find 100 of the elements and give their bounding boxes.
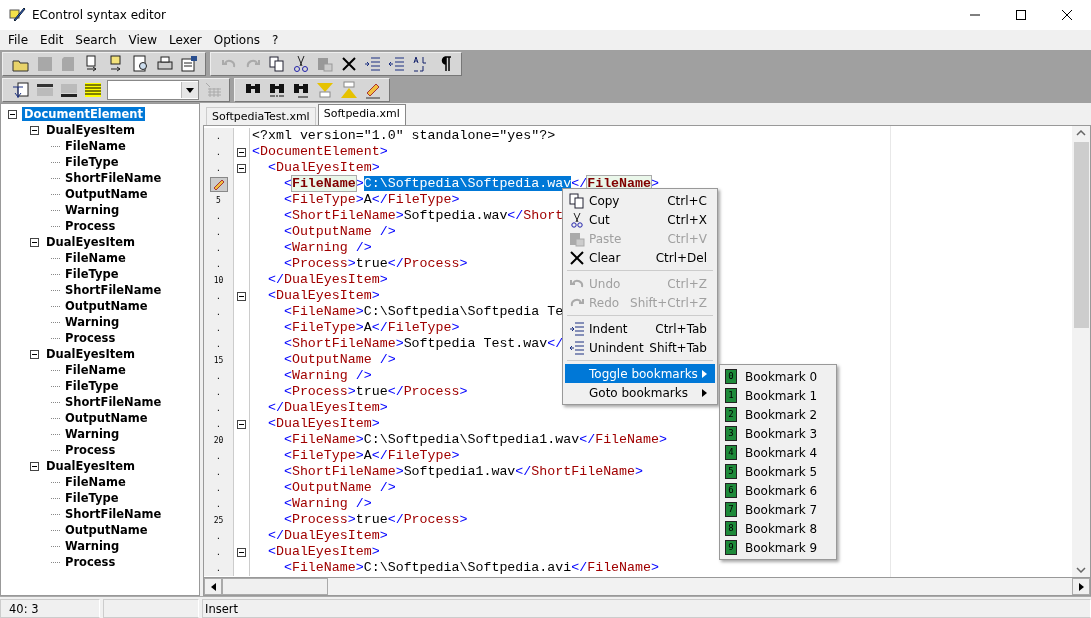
menu-item[interactable]: View [122,33,164,47]
code-line: <DualEyesItem> [266,416,380,432]
tree-item[interactable]: Warning [63,427,122,441]
unindent-icon[interactable] [387,54,407,74]
fold-icon[interactable] [237,163,246,173]
tree-item[interactable]: FileName [63,139,128,153]
tree-item[interactable]: OutputName [63,411,150,425]
fold-icon[interactable] [237,147,246,157]
bookmark-menu-item[interactable]: 8 Bookmark 8 [720,519,836,538]
menu-item[interactable]: File [2,33,35,47]
scroll-down-icon[interactable] [1076,567,1086,573]
tree-item[interactable]: Warning [63,203,122,217]
context-menu-item[interactable]: Clear Ctrl+Del [565,248,715,267]
fold-icon[interactable] [237,547,246,557]
fold-icon[interactable] [237,291,246,301]
tree-item[interactable]: FileName [63,363,128,377]
line-number: . [216,531,221,541]
collapse-icon[interactable] [30,461,39,471]
context-menu-item[interactable]: Cut Ctrl+X [565,210,715,229]
line-number: . [216,307,221,317]
tree-item[interactable]: Process [63,443,118,457]
line-number: . [216,163,221,173]
menu-item[interactable]: Edit [34,33,70,47]
bookmark-menu-item[interactable]: 0 Bookmark 0 [720,367,836,386]
bookmark-menu-item[interactable]: 6 Bookmark 6 [720,481,836,500]
tree-item[interactable]: DualEyesItem [44,459,137,473]
collapse-icon[interactable] [30,349,39,359]
insert-page-icon[interactable] [11,80,31,100]
line-number: . [216,483,221,493]
line-number: . [216,323,221,333]
tree-item[interactable]: DocumentElement [22,107,145,121]
tree-item[interactable]: FileType [63,155,121,169]
tree-item[interactable]: DualEyesItem [44,123,137,137]
close-icon[interactable] [1061,9,1073,21]
tree-item[interactable]: OutputName [63,187,150,201]
highlight-lines-icon[interactable] [83,80,103,100]
tree-item[interactable]: Process [63,331,118,345]
line-number: . [216,563,221,573]
tree-item[interactable]: FileName [63,475,128,489]
collapse-icon[interactable] [30,237,39,247]
code-line: <OutputName /> [282,224,396,240]
maximize-icon[interactable] [1015,9,1027,21]
copy-icon[interactable] [267,54,287,74]
collapse-icon[interactable] [30,125,39,135]
menu-item[interactable]: Options [207,33,267,47]
bookmark-menu-item[interactable]: 5 Bookmark 5 [720,462,836,481]
tree-item[interactable]: DualEyesItem [44,347,137,361]
tree-item[interactable]: FileType [63,379,121,393]
tree-item[interactable]: ShortFileName [63,283,164,297]
context-menu-item[interactable]: Goto bookmarks [565,383,715,402]
bookmark-menu-item[interactable]: 9 Bookmark 9 [720,538,836,557]
tree-item[interactable]: ShortFileName [63,395,164,409]
file-tab[interactable]: SoftpediaTest.xml [206,107,316,125]
code-line: </DualEyesItem> [266,272,388,288]
tree-item[interactable]: FileType [63,267,121,281]
tree-item[interactable]: Warning [63,315,122,329]
context-menu-item[interactable]: Toggle bookmarks [565,364,715,383]
line-number: . [216,419,221,429]
bookmark-icon: 0 [725,369,737,384]
tree-item[interactable]: FileName [63,251,128,265]
tree-item[interactable]: OutputName [63,299,150,313]
menu-item[interactable]: ? [266,33,285,47]
bookmark-icon: 3 [725,426,737,441]
cut-icon[interactable] [291,54,311,74]
menu-item[interactable]: Lexer [163,33,208,47]
bookmark-menu-item[interactable]: 1 Bookmark 1 [720,386,836,405]
tree-item[interactable]: DualEyesItem [44,235,137,249]
code-line: <FileType>A</FileType> [282,192,460,208]
horizontal-scrollbar[interactable] [203,578,1091,596]
bookmark-menu-item[interactable]: 4 Bookmark 4 [720,443,836,462]
submenu-arrow-icon [702,369,707,378]
format-combo[interactable] [107,80,199,100]
scroll-right-icon[interactable] [1078,582,1084,591]
menu-item[interactable]: Search [69,33,123,47]
bookmark-icon: 5 [725,464,737,479]
tree-item[interactable]: Warning [63,539,122,553]
vertical-scrollbar[interactable] [1072,126,1090,577]
tree-item[interactable]: FileType [63,491,121,505]
fold-icon[interactable] [237,419,246,429]
properties-icon[interactable] [179,54,199,74]
context-menu-item[interactable]: Indent Ctrl+Tab [565,319,715,338]
bookmark-menu-item[interactable]: 3 Bookmark 3 [720,424,836,443]
code-line: <ShortFileName>Softpedia Test.wav</ [282,336,564,352]
tree-item[interactable]: Process [63,219,118,233]
code-line: <ShortFileName>Softpedia.wav</Short [282,208,564,224]
context-menu-item[interactable]: Unindent Shift+Tab [565,338,715,357]
dropdown-arrow-icon [186,87,194,93]
tree-item[interactable]: ShortFileName [63,507,164,521]
collapse-icon[interactable] [8,109,17,119]
context-menu-item[interactable]: Copy Ctrl+C [565,191,715,210]
file-tab[interactable]: Softpedia.xml [317,104,406,125]
code-line: <DocumentElement> [252,144,388,160]
tree-item[interactable]: ShortFileName [63,171,164,185]
tree-item[interactable]: OutputName [63,523,150,537]
scroll-left-icon[interactable] [210,582,216,591]
bookmark-menu-item[interactable]: 7 Bookmark 7 [720,500,836,519]
line-number: . [216,339,221,349]
tree-item[interactable]: Process [63,555,118,569]
scroll-up-icon[interactable] [1076,130,1086,136]
bookmark-menu-item[interactable]: 2 Bookmark 2 [720,405,836,424]
